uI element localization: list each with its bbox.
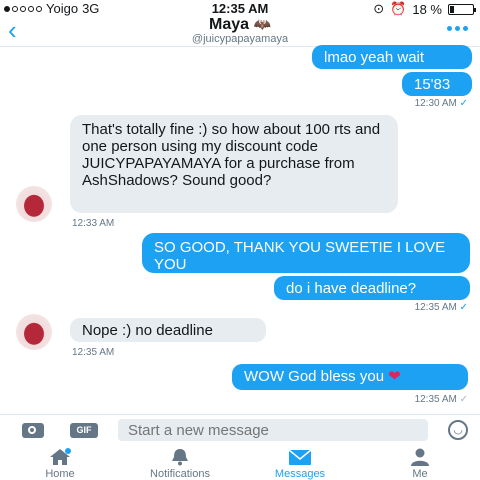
bell-icon <box>120 448 240 466</box>
person-icon <box>360 448 480 466</box>
emoji-icon[interactable]: ◡ <box>448 420 468 440</box>
status-right: ⊙ ⏰ 18 % <box>373 1 476 17</box>
outgoing-message[interactable]: do i have deadline? <box>274 276 470 300</box>
screen-lock-icon: ⊙ <box>373 1 385 16</box>
tab-me[interactable]: Me <box>360 444 480 480</box>
alarm-icon: ⏰ <box>390 1 407 16</box>
outgoing-message[interactable]: SO GOOD, THANK YOU SWEETIE I LOVE YOU <box>142 233 470 273</box>
message-timestamp: 12:30 AM ✓ <box>414 98 468 109</box>
battery-icon <box>448 3 476 15</box>
tab-messages[interactable]: Messages <box>240 444 360 480</box>
incoming-message[interactable]: That's totally fine :) so how about 100 … <box>70 115 398 213</box>
home-icon <box>0 448 120 466</box>
read-check-icon: ✓ <box>459 98 468 109</box>
tab-messages-label: Messages <box>274 468 326 480</box>
gif-button[interactable]: GIF <box>70 423 98 438</box>
sent-check-icon: ✓ <box>459 394 468 405</box>
envelope-icon <box>240 448 360 466</box>
tab-home-label: Home <box>45 468 75 480</box>
outgoing-message[interactable]: 15'83 <box>402 72 472 96</box>
conversation-header: ‹ Maya 🦇 @juicypapayamaya <box>0 16 480 47</box>
contact-name: Maya 🦇 <box>0 16 480 34</box>
outgoing-message[interactable]: lmao yeah wait <box>312 45 472 69</box>
contact-handle: @juicypapayamaya <box>191 33 289 45</box>
contact-name-text: Maya <box>209 16 250 33</box>
contact-avatar[interactable] <box>16 314 52 350</box>
incoming-message[interactable]: Nope :) no deadline <box>70 318 266 342</box>
heart-emoji-icon: ❤ <box>388 368 401 385</box>
status-bar: Yoigo 3G 12:35 AM ⊙ ⏰ 18 % <box>0 0 480 17</box>
compose-bar: GIF ◡ <box>0 414 480 445</box>
message-timestamp: 12:33 AM <box>72 218 115 229</box>
message-text: WOW God bless you <box>244 368 385 385</box>
bat-emoji-icon: 🦇 <box>253 16 271 32</box>
message-timestamp: 12:35 AM ✓ <box>414 302 468 313</box>
outgoing-message[interactable]: WOW God bless you ❤ <box>232 364 468 390</box>
message-timestamp: 12:35 AM ✓ <box>414 394 468 405</box>
tab-bar: Home Notifications Messages Me <box>0 444 480 480</box>
tab-me-label: Me <box>412 468 428 480</box>
camera-icon[interactable] <box>22 423 44 438</box>
tab-notifications-label: Notifications <box>150 468 210 480</box>
more-options-button[interactable] <box>447 26 468 31</box>
tab-notifications[interactable]: Notifications <box>120 444 240 480</box>
read-check-icon: ✓ <box>459 302 468 313</box>
message-input[interactable] <box>118 419 428 441</box>
contact-avatar[interactable] <box>16 186 52 222</box>
message-timestamp: 12:35 AM <box>72 347 115 358</box>
tab-home[interactable]: Home <box>0 444 120 480</box>
battery-percent: 18 % <box>412 1 442 17</box>
